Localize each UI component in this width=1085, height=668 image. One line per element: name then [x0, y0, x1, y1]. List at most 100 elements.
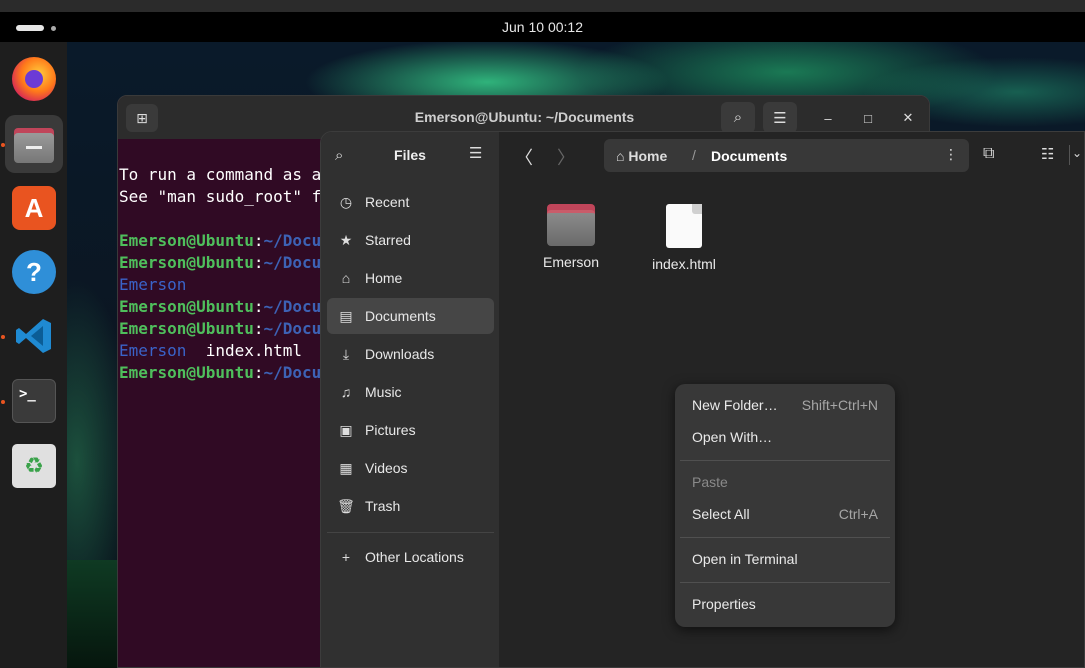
file-item-label: Emerson: [542, 254, 600, 270]
sidebar-item-home[interactable]: ⌂ Home: [327, 260, 494, 296]
menu-item-label: Open With…: [692, 429, 773, 445]
menu-item-new-folder[interactable]: New Folder… Shift+Ctrl+N: [692, 397, 878, 419]
sidebar-item-documents[interactable]: ▤ Documents: [327, 298, 494, 334]
forward-arrow-icon[interactable]: 〉: [557, 144, 575, 170]
menu-item-label: Select All: [692, 506, 750, 522]
sidebar-item-label: Other Locations: [365, 549, 464, 565]
document-icon: [666, 204, 702, 248]
terminal-menu-button[interactable]: ☰: [763, 102, 797, 133]
dock-help[interactable]: ?: [5, 243, 63, 301]
prompt-user: Emerson@Ubuntu: [119, 363, 254, 382]
prompt-user: Emerson@Ubuntu: [119, 253, 254, 272]
dock-files[interactable]: [5, 115, 63, 173]
sidebar-item-downloads[interactable]: ⤓ Downloads: [327, 336, 494, 372]
sidebar-item-label: Recent: [365, 194, 410, 210]
clock[interactable]: Jun 10 00:12: [0, 19, 1085, 35]
plus-icon: +: [341, 549, 351, 565]
maximize-button[interactable]: □: [856, 106, 880, 130]
terminal-icon: >_: [12, 379, 56, 423]
sidebar-item-label: Videos: [365, 460, 408, 476]
sidebar-item-label: Music: [365, 384, 402, 400]
menu-item-paste: Paste: [692, 474, 878, 496]
menu-item-open-with[interactable]: Open With…: [692, 429, 878, 451]
path-menu-icon[interactable]: ⋮: [944, 146, 958, 163]
sidebar-item-music[interactable]: ♫ Music: [327, 374, 494, 410]
minimize-button[interactable]: –: [816, 106, 840, 130]
prompt-user: Emerson@Ubuntu: [119, 231, 254, 250]
path-bar[interactable]: ⌂ Home / Documents ⋮: [604, 139, 969, 172]
sidebar-item-videos[interactable]: ▦ Videos: [327, 450, 494, 486]
prompt-separator: :: [253, 231, 264, 250]
terminal-line: Emerson index.html: [119, 340, 321, 362]
sidebar-item-recent[interactable]: ◷ Recent: [327, 184, 494, 220]
path-separator: /: [692, 147, 696, 163]
sidebar-divider: [327, 532, 494, 533]
terminal-prompt-line: Emerson@Ubuntu:~/Docu: [119, 230, 321, 252]
dock-terminal[interactable]: >_: [5, 372, 63, 430]
terminal-title: Emerson@Ubuntu: ~/Documents: [414, 109, 635, 125]
context-menu: New Folder… Shift+Ctrl+N Open With… Past…: [675, 384, 895, 627]
sidebar-item-label: Pictures: [365, 422, 416, 438]
file-item[interactable]: index.html: [634, 204, 734, 272]
prompt-path: ~/Docu: [263, 319, 322, 338]
dock-vscode[interactable]: [5, 307, 63, 365]
menu-item-label: Properties: [692, 596, 756, 612]
terminal-prompt-line: Emerson@Ubuntu:~/Docu: [119, 362, 321, 384]
terminal-prompt-line: Emerson@Ubuntu:~/Docu: [119, 296, 321, 318]
hamburger-icon[interactable]: ☰: [469, 144, 482, 162]
prompt-path: ~/Docu: [263, 297, 322, 316]
path-home[interactable]: ⌂ Home: [616, 148, 667, 164]
terminal-line: Emerson: [119, 274, 321, 296]
top-bar: Jun 10 00:12: [0, 12, 1085, 42]
sidebar-item-label: Documents: [365, 308, 436, 324]
close-button[interactable]: ✕: [896, 106, 920, 130]
trash-icon: ♻: [12, 444, 56, 488]
music-icon: ♫: [340, 384, 352, 400]
terminal-output[interactable]: To run a command as a See "man sudo_root"…: [119, 142, 321, 428]
trash-icon: 🗑: [337, 497, 355, 514]
dock: A ? >_ ♻: [0, 42, 67, 668]
terminal-line: To run a command as a: [119, 165, 322, 184]
sidebar-item-pictures[interactable]: ▣ Pictures: [327, 412, 494, 448]
help-icon: ?: [12, 250, 56, 294]
home-icon: ⌂: [616, 148, 629, 164]
files-headerbar: 〈 〉 ⌂ Home / Documents ⋮ ⧉ ☷ ⌄: [499, 132, 1084, 178]
chevron-down-icon[interactable]: ⌄: [1072, 146, 1082, 160]
dock-trash[interactable]: ♻: [5, 437, 63, 495]
folder-item[interactable]: Emerson: [521, 204, 621, 270]
wallpaper-trees: [67, 560, 119, 668]
menu-item-open-in-terminal[interactable]: Open in Terminal: [692, 551, 878, 573]
menu-item-properties[interactable]: Properties: [692, 596, 878, 618]
folder-icon: [547, 204, 595, 246]
menu-item-select-all[interactable]: Select All Ctrl+A: [692, 506, 878, 528]
app-center-icon: A: [12, 186, 56, 230]
menu-item-label: Open in Terminal: [692, 551, 798, 567]
picture-icon: ▣: [339, 421, 353, 438]
video-icon: ▦: [339, 459, 353, 476]
running-indicator: [1, 143, 5, 147]
menu-item-label: Paste: [692, 474, 728, 490]
sidebar-item-trash[interactable]: 🗑 Trash: [327, 488, 494, 524]
sidebar-item-starred[interactable]: ★ Starred: [327, 222, 494, 258]
sidebar-item-label: Starred: [365, 232, 411, 248]
back-arrow-icon[interactable]: 〈: [515, 144, 533, 170]
prompt-path: ~/Docu: [263, 231, 322, 250]
dock-firefox[interactable]: [5, 50, 63, 108]
prompt-path: ~/Docu: [263, 253, 322, 272]
list-view-icon[interactable]: ☷: [1041, 145, 1054, 163]
hamburger-icon: ☰: [773, 109, 787, 127]
sidebar-item-label: Home: [365, 270, 403, 286]
sidebar-item-other-locations[interactable]: + Other Locations: [327, 539, 494, 575]
dock-app-center[interactable]: A: [5, 179, 63, 237]
terminal-prompt-line: Emerson@Ubuntu:~/Docu: [119, 252, 321, 274]
maximize-icon: □: [864, 110, 872, 126]
menu-divider: [680, 537, 890, 538]
toolbar-divider: [1069, 145, 1070, 165]
path-current[interactable]: Documents: [711, 148, 787, 164]
terminal-search-button[interactable]: ⌕: [721, 102, 755, 133]
close-icon: ✕: [902, 110, 914, 125]
menu-item-shortcut: Ctrl+A: [838, 506, 878, 522]
vscode-icon: [12, 314, 56, 358]
camera-icon[interactable]: ⧉: [983, 145, 994, 163]
running-indicator: [1, 400, 5, 404]
